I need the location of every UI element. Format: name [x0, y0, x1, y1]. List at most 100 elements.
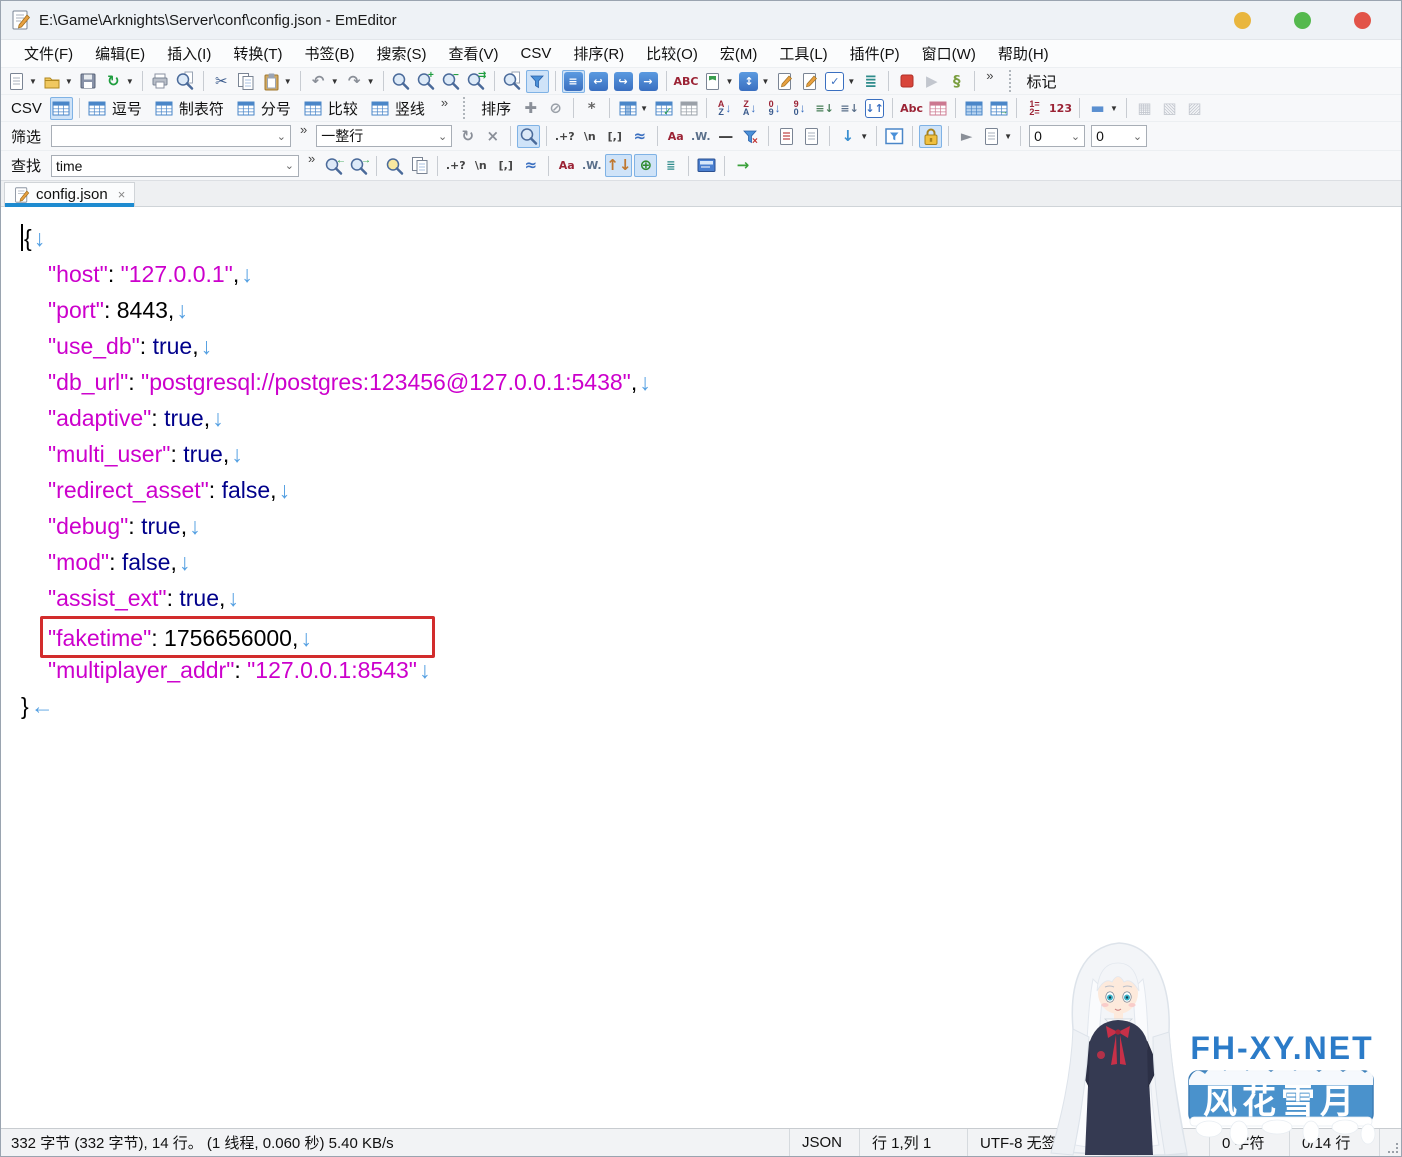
paste-icon[interactable] — [260, 70, 283, 93]
spell-check-icon[interactable]: ABC — [673, 70, 700, 93]
wand-icon[interactable]: * — [580, 97, 603, 120]
save-icon[interactable] — [77, 70, 100, 93]
filter-refresh-icon[interactable]: ↻ — [456, 125, 479, 148]
csv-normal-mode-icon[interactable] — [50, 97, 73, 120]
menu-item-10[interactable]: 比较(O) — [635, 41, 709, 66]
wrap-by-window-icon[interactable]: ↩ — [587, 70, 610, 93]
find-whole-word-icon[interactable]: .W. — [580, 154, 603, 177]
find-previous-icon[interactable]: ← — [322, 154, 345, 177]
multi-sort-icon[interactable]: ✚ — [519, 97, 542, 120]
cut-icon[interactable]: ✂ — [210, 70, 233, 93]
menu-item-3[interactable]: 插入(I) — [156, 41, 222, 66]
zoom-in-icon[interactable]: + — [415, 70, 438, 93]
script-icon[interactable]: § — [945, 70, 968, 93]
code-line[interactable]: "port": 8443,↓ — [1, 292, 1401, 328]
move-column-icon[interactable]: → — [987, 97, 1010, 120]
find-next-icon[interactable]: → — [347, 154, 370, 177]
toolbar-overflow-icon[interactable]: » — [986, 68, 993, 84]
dropdown-arrow-icon[interactable]: ▼ — [726, 77, 734, 86]
dropdown-arrow-icon[interactable]: ▼ — [29, 77, 37, 86]
code-line[interactable]: "host": "127.0.0.1",↓ — [1, 256, 1401, 292]
reverse-order-icon[interactable]: ↓↑ — [863, 97, 886, 120]
highlight-all-icon[interactable] — [383, 154, 406, 177]
code-line[interactable]: "db_url": "postgresql://postgres:123456@… — [1, 364, 1401, 400]
filter-delete-icon[interactable]: × — [739, 125, 762, 148]
sort-desc-icon[interactable]: ZA↓ — [738, 97, 761, 120]
frozen-columns-select[interactable]: 0⌄ — [1091, 125, 1147, 147]
extract-lines-icon[interactable] — [408, 154, 431, 177]
toolbar-grip[interactable] — [463, 97, 467, 119]
csv-compare-label[interactable]: 比较 — [328, 98, 358, 119]
filter-negative-icon[interactable]: — — [714, 125, 737, 148]
merge-columns-icon[interactable] — [962, 97, 985, 120]
menu-item-1[interactable]: 文件(F) — [13, 41, 84, 66]
menu-item-7[interactable]: 查看(V) — [437, 41, 509, 66]
dropdown-arrow-icon[interactable]: ▼ — [284, 77, 292, 86]
dropdown-arrow-icon[interactable]: ▼ — [331, 77, 339, 86]
reload-icon[interactable]: ↻ — [102, 70, 125, 93]
no-wrap-icon[interactable]: ≡ — [562, 70, 585, 93]
tab-close-icon[interactable]: × — [118, 187, 126, 202]
filter-regex-icon[interactable]: .+? — [553, 125, 576, 148]
wrap-by-page-icon[interactable]: → — [637, 70, 660, 93]
find-match-case-icon[interactable]: Aa — [555, 154, 578, 177]
ignore-case-icon[interactable]: Abc — [899, 97, 924, 120]
dropdown-arrow-icon[interactable]: ▼ — [367, 77, 375, 86]
run-macro-icon[interactable] — [798, 70, 821, 93]
csv-tab-label[interactable]: 制表符 — [179, 98, 224, 119]
unsort-icon[interactable]: ⊘ — [544, 97, 567, 120]
chevron-down-icon[interactable]: ⌄ — [434, 130, 447, 143]
sort-length-icon[interactable]: ≡↓ — [813, 97, 836, 120]
menu-item-14[interactable]: 窗口(W) — [911, 41, 987, 66]
find-all-icon[interactable]: ⇉ — [465, 70, 488, 93]
find-escape-icon[interactable]: \n — [469, 154, 492, 177]
find-fuzzy-icon[interactable]: ≈ — [519, 154, 542, 177]
chevron-down-icon[interactable]: ⌄ — [1067, 130, 1080, 143]
menu-item-8[interactable]: CSV — [509, 43, 562, 64]
menu-item-12[interactable]: 工具(L) — [768, 41, 838, 66]
syntax-mode[interactable]: JSON — [789, 1129, 859, 1156]
flag-icon[interactable]: ► — [955, 125, 978, 148]
stop-icon[interactable] — [895, 70, 918, 93]
search-numbers-icon[interactable]: ⊕ — [634, 154, 657, 177]
sort-num-desc-icon[interactable]: 90↓ — [788, 97, 811, 120]
print-preview-icon[interactable] — [174, 70, 197, 93]
filter-match-case-icon[interactable]: Aa — [664, 125, 687, 148]
code-line[interactable]: "mod": false,↓ — [1, 544, 1401, 580]
menu-item-13[interactable]: 插件(P) — [839, 41, 911, 66]
lock-icon[interactable] — [919, 125, 942, 148]
wrap-by-chars-icon[interactable]: ↪ — [612, 70, 635, 93]
filter-toolbar-toggle-icon[interactable] — [526, 70, 549, 93]
chevron-down-icon[interactable]: ⌄ — [281, 159, 294, 172]
maximize-button[interactable] — [1294, 12, 1311, 29]
csv-pipe-icon[interactable] — [369, 97, 392, 120]
outline-icon[interactable]: ≣ — [859, 70, 882, 93]
cursor-position[interactable]: 行 1,列 1 — [859, 1129, 967, 1156]
filter-whole-word-icon[interactable]: .W. — [689, 125, 712, 148]
filter-clear-icon[interactable]: × — [481, 125, 504, 148]
tab-config-json[interactable]: config.json × — [4, 182, 135, 206]
combine-lines-icon[interactable]: ▧ — [1158, 97, 1181, 120]
csv-tab-icon[interactable] — [153, 97, 176, 120]
chevron-down-icon[interactable]: ⌄ — [273, 130, 286, 143]
find-in-files-icon[interactable] — [501, 70, 524, 93]
display-options-icon[interactable] — [695, 154, 718, 177]
code-line[interactable]: "multiplayer_addr": "127.0.0.1:8543"↓ — [1, 652, 1401, 688]
char-code-icon[interactable]: ↕ — [737, 70, 760, 93]
minimize-button[interactable] — [1234, 12, 1251, 29]
show-matched-lines-icon[interactable] — [775, 125, 798, 148]
code-line[interactable]: }← — [1, 688, 1401, 724]
find-overflow-icon[interactable]: » — [308, 151, 315, 167]
code-line[interactable]: "redirect_asset": false,↓ — [1, 472, 1401, 508]
csv-semicolon-icon[interactable] — [235, 97, 258, 120]
csv-comma-label[interactable]: 逗号 — [112, 98, 142, 119]
heading-icon[interactable]: ▬ — [1086, 97, 1109, 120]
menu-item-4[interactable]: 转换(T) — [222, 41, 293, 66]
search-list-icon[interactable]: ≣ — [659, 154, 682, 177]
paste-filter-icon[interactable] — [980, 125, 1003, 148]
menu-item-15[interactable]: 帮助(H) — [987, 41, 1060, 66]
line-numbers-icon[interactable]: 1=2= — [1023, 97, 1046, 120]
undo-icon[interactable]: ↶ — [307, 70, 330, 93]
chevron-down-icon[interactable]: ⌄ — [1129, 130, 1142, 143]
close-button[interactable] — [1354, 12, 1371, 29]
